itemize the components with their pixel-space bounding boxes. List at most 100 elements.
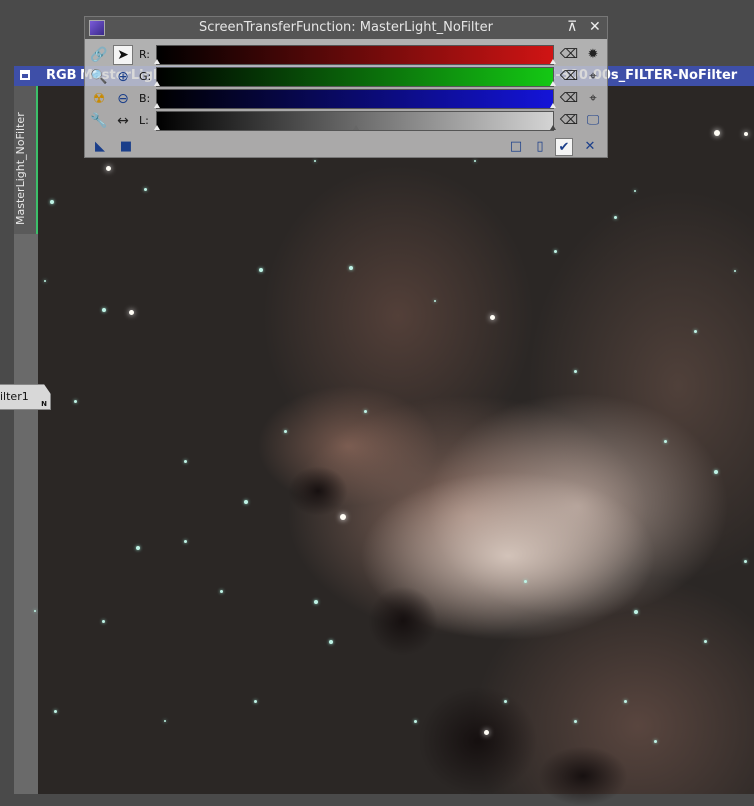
floating-tab-label: ilter1: [0, 390, 29, 403]
channel-bar-l[interactable]: [154, 111, 556, 131]
gear-icon[interactable]: ✹: [583, 45, 603, 65]
star: [744, 132, 748, 136]
shadows-slider[interactable]: [154, 103, 160, 108]
star: [694, 330, 697, 333]
star: [284, 430, 287, 433]
star: [654, 740, 657, 743]
floating-tab-badge: N: [41, 400, 47, 408]
star: [574, 720, 577, 723]
reset-icon[interactable]: ⌫: [559, 45, 579, 65]
crosshair-icon[interactable]: ⌖: [583, 67, 603, 87]
stf-dialog[interactable]: ScreenTransferFunction: MasterLight_NoFi…: [84, 16, 608, 158]
star: [34, 610, 36, 612]
star: [102, 308, 106, 312]
channel-label-l: L:: [139, 114, 149, 127]
star: [484, 730, 489, 735]
shadows-slider[interactable]: [154, 125, 160, 130]
midtones-slider[interactable]: [353, 125, 359, 130]
image-canvas[interactable]: [34, 86, 754, 806]
star: [129, 310, 134, 315]
reset-icon[interactable]: ⌫: [559, 89, 579, 109]
stf-title: ScreenTransferFunction: MasterLight_NoFi…: [199, 20, 493, 35]
track-view-icon[interactable]: ■: [117, 138, 135, 156]
zoom-icon[interactable]: 🔍: [89, 67, 109, 87]
star: [314, 160, 316, 162]
reset-icon[interactable]: ⌫: [559, 111, 579, 131]
star: [574, 370, 577, 373]
star: [744, 560, 747, 563]
shade-button[interactable]: ⊼: [567, 19, 577, 35]
star: [349, 266, 353, 270]
close-button[interactable]: ✕: [589, 19, 601, 35]
star: [136, 546, 140, 550]
floating-view-tab[interactable]: ilter1 N: [0, 384, 51, 410]
window-icon[interactable]: [20, 70, 30, 80]
image-window[interactable]: RGB MasterLight_NoFilter | masterLight_B…: [14, 66, 754, 806]
radiation-icon[interactable]: ☢: [89, 89, 109, 109]
dark-lane: [368, 586, 438, 656]
apply-icon[interactable]: ✔: [555, 138, 573, 156]
star: [102, 620, 105, 623]
channel-bar-b[interactable]: [154, 89, 556, 109]
channel-bar-g[interactable]: [154, 67, 556, 87]
reset-all-icon[interactable]: ✕: [581, 138, 599, 156]
star: [524, 580, 527, 583]
stf-titlebar[interactable]: ScreenTransferFunction: MasterLight_NoFi…: [85, 17, 607, 39]
star: [50, 200, 54, 204]
pointer-icon[interactable]: ➤: [113, 45, 133, 65]
star: [634, 190, 636, 192]
star: [634, 610, 638, 614]
star: [184, 540, 187, 543]
star: [714, 130, 720, 136]
horizontal-arrows-icon[interactable]: ↔: [113, 111, 133, 131]
square-icon[interactable]: □: [507, 138, 525, 156]
star: [704, 640, 707, 643]
monitor-icon[interactable]: 🖵: [583, 111, 603, 131]
star: [314, 600, 318, 604]
star: [164, 720, 166, 722]
channel-label-r: R:: [139, 48, 151, 61]
new-instance-icon[interactable]: ◣: [91, 138, 109, 156]
star: [259, 268, 263, 272]
star: [504, 700, 507, 703]
star: [614, 216, 617, 219]
highlights-slider[interactable]: [550, 59, 556, 64]
star: [184, 460, 187, 463]
highlights-slider[interactable]: [550, 125, 556, 130]
channel-bar-r[interactable]: [154, 45, 556, 65]
crosshair-icon[interactable]: ⌖: [583, 89, 603, 109]
dark-lane: [538, 746, 628, 806]
shadows-slider[interactable]: [154, 59, 160, 64]
image-side-tab[interactable]: MasterLight_NoFilter: [14, 86, 38, 234]
star: [74, 400, 77, 403]
reset-icon[interactable]: ⌫: [559, 67, 579, 87]
star: [244, 500, 248, 504]
shadows-slider[interactable]: [154, 81, 160, 86]
channel-label-b: B:: [139, 92, 151, 105]
link-icon[interactable]: 🔗: [89, 45, 109, 65]
wrench-icon[interactable]: 🔧: [89, 111, 109, 131]
dark-lane: [288, 466, 348, 516]
star: [554, 250, 557, 253]
side-tab-label: MasterLight_NoFilter: [14, 112, 27, 225]
star: [364, 410, 367, 413]
star: [44, 280, 46, 282]
star: [254, 700, 257, 703]
zoom-out-icon[interactable]: ⊖: [113, 89, 133, 109]
star: [106, 166, 111, 171]
dark-lane: [418, 686, 538, 796]
star: [664, 440, 667, 443]
star: [414, 720, 417, 723]
color-mode-label: RGB: [46, 68, 77, 83]
star: [54, 710, 57, 713]
highlights-slider[interactable]: [550, 81, 556, 86]
star: [734, 270, 736, 272]
document-icon[interactable]: ▯: [531, 138, 549, 156]
star: [220, 590, 223, 593]
star: [434, 300, 436, 302]
star: [624, 700, 627, 703]
star: [144, 188, 147, 191]
zoom-in-icon[interactable]: ⊕: [113, 67, 133, 87]
highlights-slider[interactable]: [550, 103, 556, 108]
star: [329, 640, 333, 644]
